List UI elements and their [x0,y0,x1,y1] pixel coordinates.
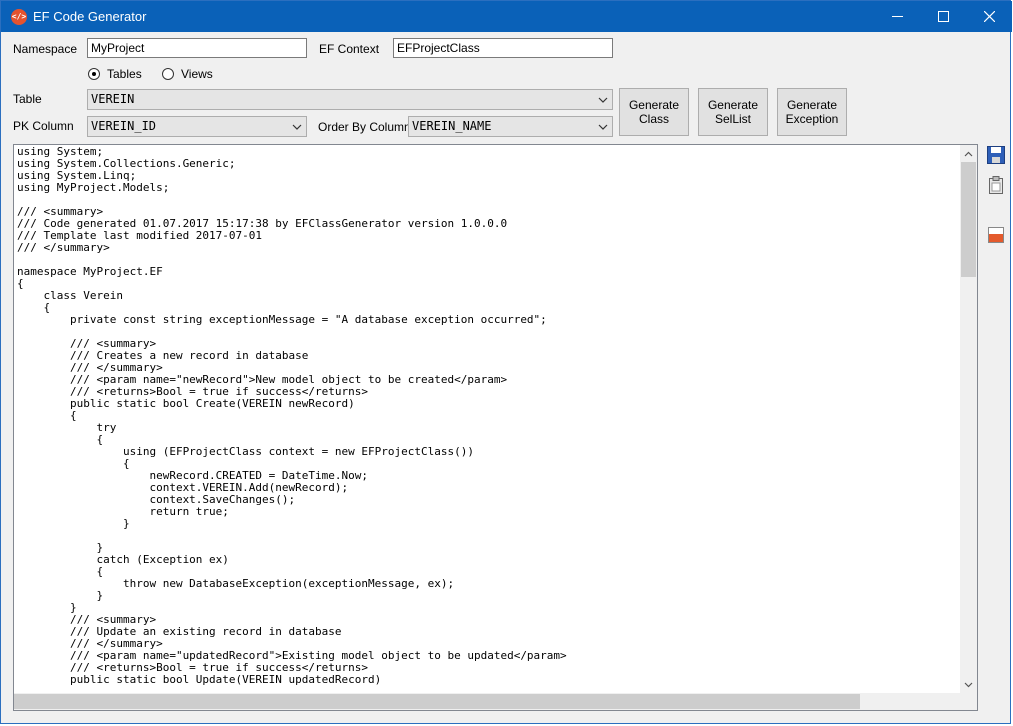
namespace-label: Namespace [13,42,78,56]
generate-exception-button[interactable]: Generate Exception [777,88,847,136]
ef-context-input[interactable]: EFProjectClass [393,38,613,58]
save-icon[interactable] [986,145,1006,165]
clipboard-icon[interactable] [986,175,1006,195]
table-label: Table [13,92,42,106]
maximize-icon [937,11,949,22]
pk-column-select[interactable]: VEREIN_ID [87,116,307,137]
generate-sellist-button[interactable]: Generate SelList [698,88,768,136]
chevron-down-icon [964,682,973,687]
pk-column-select-value: VEREIN_ID [91,119,157,133]
chevron-up-icon [964,151,973,156]
generated-code[interactable]: using System; using System.Collections.G… [17,146,567,686]
horizontal-scroll-thumb[interactable] [14,694,860,709]
horizontal-scrollbar[interactable] [14,693,962,710]
radio-circle [88,68,100,80]
minimize-icon [891,16,903,17]
close-icon [983,11,995,22]
order-by-column-select[interactable]: VEREIN_NAME [408,116,613,137]
export-icon[interactable] [986,225,1006,245]
scrollbar-corner [960,693,977,710]
window-title: EF Code Generator [33,9,147,24]
minimize-button[interactable] [874,1,920,32]
chevron-down-icon [292,124,302,130]
generate-class-button[interactable]: Generate Class [619,88,689,136]
code-icon: </> [11,9,27,25]
vertical-scroll-thumb[interactable] [961,162,976,277]
title-bar: </> EF Code Generator [1,1,1012,32]
maximize-button[interactable] [920,1,966,32]
order-by-column-label: Order By Column [318,120,411,134]
scroll-up-arrow[interactable] [960,145,977,162]
chevron-down-icon [598,124,608,130]
order-by-column-select-value: VEREIN_NAME [412,119,492,133]
namespace-input[interactable]: MyProject [87,38,307,58]
close-button[interactable] [966,1,1012,32]
pk-column-label: PK Column [13,119,74,133]
ef-context-label: EF Context [319,42,380,56]
table-select-value: VEREIN [91,92,135,106]
scroll-down-arrow[interactable] [960,676,977,693]
code-editor[interactable]: using System; using System.Collections.G… [13,144,978,711]
views-radio-label: Views [181,67,213,81]
radio-selected-dot [92,72,96,76]
radio-circle [162,68,174,80]
ef-code-generator-window: </> EF Code Generator Namespace MyProjec… [0,0,1012,724]
table-select[interactable]: VEREIN [87,89,613,110]
chevron-down-icon [598,97,608,103]
vertical-scrollbar[interactable] [960,145,977,693]
tables-radio-label: Tables [107,67,142,81]
